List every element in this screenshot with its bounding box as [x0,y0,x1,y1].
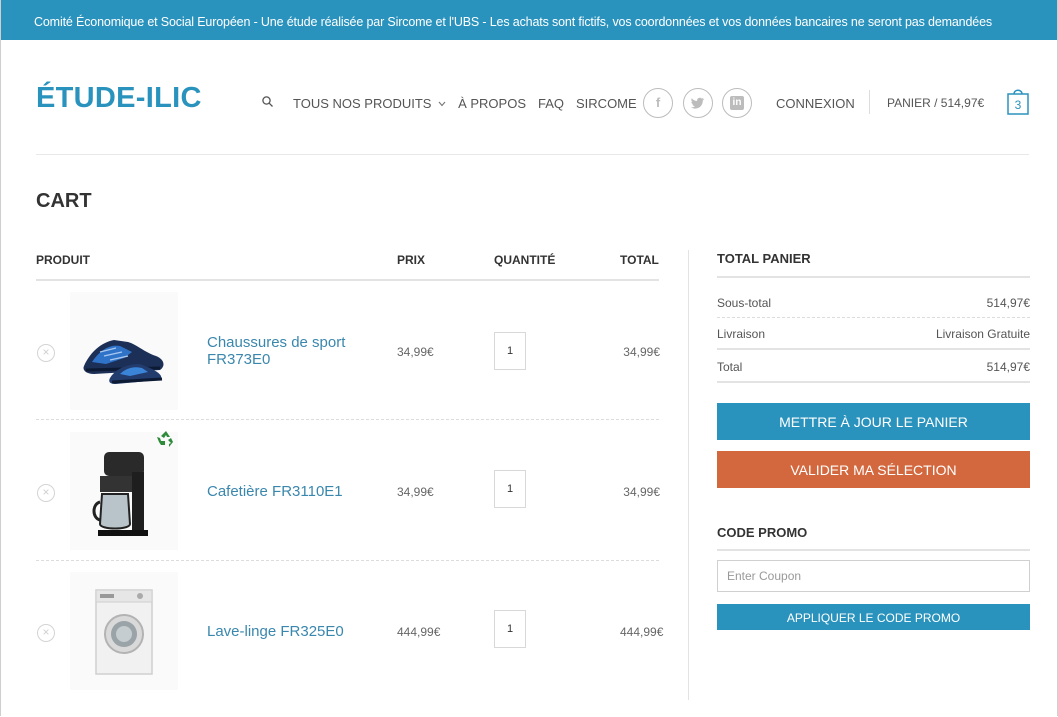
header-total: TOTAL [620,253,659,267]
summary-title-line [717,276,1030,278]
table-header-line [36,279,659,281]
quantity-input[interactable]: 1 [494,610,526,648]
product-ref: FR373E0 [207,351,271,368]
nav-login[interactable]: CONNEXION [776,96,855,111]
nav-sircome[interactable]: SIRCOME [576,96,637,111]
item-price: 34,99€ [397,485,434,499]
account-nav: CONNEXION [776,86,867,120]
nav-products[interactable]: TOUS NOS PRODUITS [293,96,446,111]
nav-cart[interactable]: PANIER / 514,97€ [887,96,984,110]
product-image-washing-machine[interactable] [70,572,178,690]
product-name: Lave-linge FR325E0 [207,623,344,640]
twitter-icon[interactable] [683,88,713,118]
site-logo[interactable]: ÉTUDE-ILIC [36,82,202,115]
checkout-button[interactable]: VALIDER MA SÉLECTION [717,451,1030,488]
total-label: Total [717,360,743,374]
coupon-input[interactable] [717,560,1030,592]
summary-bottom-line [717,381,1030,383]
summary-title: TOTAL PANIER [717,251,811,266]
page-title: CART [36,190,92,212]
item-total: 34,99€ [623,485,660,499]
subtotal-label: Sous-total [717,296,772,310]
quantity-input[interactable]: 1 [494,332,526,370]
linkedin-icon[interactable]: in [722,88,752,118]
item-total: 444,99€ [620,625,664,639]
cart-bag-icon[interactable]: 3 [1007,88,1029,115]
summary-divider [717,317,1030,318]
chevron-down-icon [438,101,446,107]
subtotal-value: 514,97€ [986,296,1030,310]
header-quantity: QUANTITÉ [494,253,556,267]
item-total: 34,99€ [623,345,660,359]
quantity-input[interactable]: 1 [494,470,526,508]
remove-item-button[interactable]: × [37,624,55,642]
product-link[interactable]: Chaussures de sport FR373E0 [207,334,345,368]
apply-coupon-button[interactable]: APPLIQUER LE CODE PROMO [717,604,1030,630]
main-nav: TOUS NOS PRODUITS À PROPOS FAQ SIRCOME [293,86,649,120]
info-banner: Comité Économique et Social Européen - U… [1,0,1057,40]
header-divider [36,154,1029,155]
nav-products-label: TOUS NOS PRODUITS [293,95,432,111]
remove-item-button[interactable]: × [37,344,55,362]
remove-item-button[interactable]: × [37,484,55,502]
search-icon[interactable] [262,96,273,107]
update-cart-button[interactable]: METTRE À JOUR LE PANIER [717,403,1030,440]
shipping-value: Livraison Gratuite [935,327,1030,341]
shipping-label: Livraison [717,327,766,341]
nav-divider [869,90,870,114]
facebook-icon[interactable]: f [643,88,673,118]
product-name: Chaussures de sport [207,334,346,351]
cart-nav: PANIER / 514,97€ [887,86,996,120]
product-image-sneakers[interactable] [70,292,178,410]
product-link[interactable]: Lave-linge FR325E0 [207,623,344,640]
promo-title: CODE PROMO [717,525,808,540]
product-name: Cafetière FR3110E1 [207,483,343,500]
total-value: 514,97€ [986,360,1030,374]
item-price: 444,99€ [397,625,441,639]
nav-about[interactable]: À PROPOS [458,96,526,111]
summary-divider [717,348,1030,350]
column-divider [688,250,689,700]
cart-count: 3 [1015,98,1022,112]
row-divider [36,419,659,420]
promo-title-line [717,549,1030,551]
product-image-coffee-maker[interactable] [70,432,178,550]
product-link[interactable]: Cafetière FR3110E1 [207,483,343,500]
row-divider [36,560,659,561]
header-product: PRODUIT [36,253,90,267]
recycle-icon [157,431,173,447]
nav-faq[interactable]: FAQ [538,96,564,111]
item-price: 34,99€ [397,345,434,359]
header-price: PRIX [397,253,426,267]
